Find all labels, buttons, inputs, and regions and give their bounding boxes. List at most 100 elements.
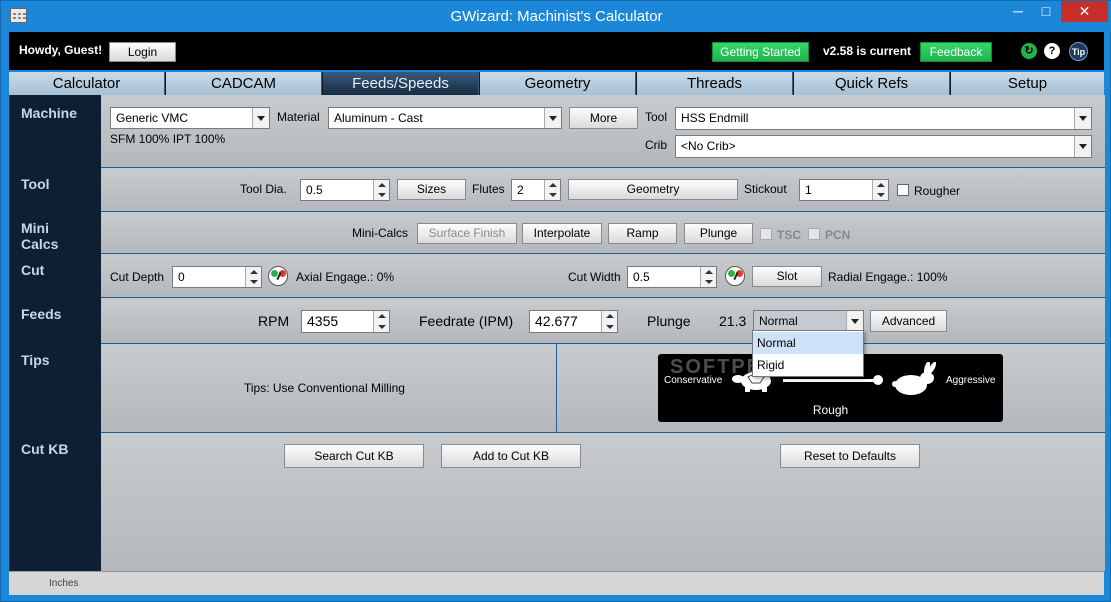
section-label-mini-calcs: Mini Calcs: [21, 220, 58, 252]
section-label-cut-kb: Cut KB: [21, 441, 69, 457]
spinner-icon[interactable]: [373, 180, 389, 200]
add-to-cut-kb-button[interactable]: Add to Cut KB: [441, 444, 581, 468]
chevron-down-icon: [252, 108, 269, 128]
tool-select[interactable]: HSS Endmill: [675, 107, 1092, 130]
feeds-panel: RPM 4355 Feedrate (IPM) 42.677 Plunge 21…: [101, 297, 1105, 343]
spinner-icon[interactable]: [544, 180, 560, 200]
tips-text: Tips: Use Conventional Milling: [244, 381, 405, 395]
getting-started-button[interactable]: Getting Started: [712, 42, 809, 62]
help-icon[interactable]: ?: [1044, 43, 1060, 59]
rougher-checkbox[interactable]: [897, 184, 909, 196]
plunge-button[interactable]: Plunge: [684, 223, 753, 244]
mode-select[interactable]: Normal: [753, 310, 864, 332]
cut-panel: Cut Depth 0 Axial Engage.: 0% Cut Width …: [101, 253, 1105, 297]
chevron-down-icon: [544, 108, 561, 128]
interpolate-button[interactable]: Interpolate: [522, 223, 602, 244]
sfm-ipt-text: SFM 100% IPT 100%: [110, 132, 226, 146]
crib-select-value: <No Crib>: [681, 139, 736, 153]
tab-cadcam[interactable]: CADCAM: [166, 72, 322, 95]
material-select[interactable]: Aluminum - Cast: [328, 107, 562, 129]
machine-select[interactable]: Generic VMC: [110, 107, 270, 129]
tab-threads[interactable]: Threads: [637, 72, 793, 95]
close-button[interactable]: ✕: [1061, 1, 1108, 22]
geometry-button[interactable]: Geometry: [568, 179, 738, 200]
version-status: v2.58 is current: [823, 44, 912, 58]
minimize-button[interactable]: ─: [1004, 1, 1032, 22]
flutes-input[interactable]: 2: [511, 179, 561, 201]
spinner-icon[interactable]: [373, 311, 389, 332]
surface-finish-button[interactable]: Surface Finish: [417, 223, 517, 244]
axial-gauge-icon[interactable]: [268, 266, 288, 286]
slider-thumb[interactable]: [873, 375, 883, 385]
flutes-value: 2: [517, 183, 524, 197]
tab-quick-refs[interactable]: Quick Refs: [794, 72, 950, 95]
machine-panel: Generic VMC Material Aluminum - Cast Mor…: [101, 95, 1105, 167]
section-label-tips: Tips: [21, 352, 50, 368]
section-label-feeds: Feeds: [21, 306, 62, 322]
axial-engage-text: Axial Engage.: 0%: [296, 270, 395, 284]
feedrate-label: Feedrate (IPM): [419, 313, 514, 329]
tool-dia-input[interactable]: 0.5: [300, 179, 390, 201]
spinner-icon[interactable]: [872, 180, 888, 200]
section-label-machine: Machine: [21, 105, 78, 121]
tool-select-value: HSS Endmill: [681, 111, 749, 125]
title-bar: GWizard: Machinist's Calculator ─ □ ✕: [1, 1, 1111, 32]
slider-track[interactable]: [783, 379, 877, 382]
mode-option-normal[interactable]: Normal: [753, 332, 863, 354]
spinner-icon[interactable]: [700, 267, 716, 287]
feedrate-input[interactable]: 42.677: [529, 310, 618, 333]
pcn-checkbox[interactable]: [808, 228, 820, 240]
greeting-text: Howdy, Guest!: [19, 43, 103, 57]
mode-option-rigid[interactable]: Rigid: [753, 354, 863, 376]
cut-depth-input[interactable]: 0: [172, 266, 262, 288]
feedback-button[interactable]: Feedback: [920, 42, 992, 62]
feeds-speeds-content: Machine Tool Mini Calcs Cut Feeds Tips Cu…: [9, 95, 1105, 571]
tip-icon[interactable]: Tip: [1069, 42, 1088, 61]
radial-engage-text: Radial Engage.: 100%: [828, 270, 948, 284]
rpm-input[interactable]: 4355: [301, 310, 390, 333]
tab-feeds-speeds[interactable]: Feeds/Speeds: [323, 72, 479, 95]
refresh-icon[interactable]: ↻: [1021, 43, 1037, 59]
section-label-cut: Cut: [21, 262, 45, 278]
tool-dia-value: 0.5: [306, 183, 323, 197]
pcn-label: PCN: [825, 228, 851, 242]
radial-gauge-icon[interactable]: [725, 266, 745, 286]
more-button[interactable]: More: [569, 107, 638, 129]
tab-setup[interactable]: Setup: [951, 72, 1104, 95]
spinner-icon[interactable]: [601, 311, 617, 332]
tool-panel: Tool Dia. 0.5 Sizes Flutes 2 Geometry St…: [101, 167, 1105, 211]
main-tabs: Calculator CADCAM Feeds/Speeds Geometry …: [9, 72, 1104, 95]
mode-dropdown-popup: Normal Rigid: [752, 330, 864, 377]
chevron-down-icon: [1074, 136, 1091, 157]
reset-to-defaults-button[interactable]: Reset to Defaults: [780, 444, 920, 468]
plunge-label: Plunge: [647, 313, 691, 329]
advanced-button[interactable]: Advanced: [870, 310, 947, 332]
slot-button[interactable]: Slot: [752, 266, 822, 287]
cut-width-label: Cut Width: [568, 270, 621, 284]
maximize-button[interactable]: □: [1032, 1, 1060, 22]
flutes-label: Flutes: [472, 182, 505, 196]
plunge-value: 21.3: [719, 313, 747, 329]
mini-calcs-label: Mini-Calcs: [352, 226, 409, 240]
app-window: GWizard: Machinist's Calculator ─ □ ✕ Ho…: [0, 0, 1111, 602]
spinner-icon[interactable]: [245, 267, 261, 287]
ramp-button[interactable]: Ramp: [608, 223, 677, 244]
tips-divider: [556, 344, 557, 433]
crib-select[interactable]: <No Crib>: [675, 135, 1092, 158]
login-button[interactable]: Login: [109, 42, 176, 62]
tsc-checkbox[interactable]: [760, 228, 772, 240]
cut-depth-value: 0: [178, 270, 185, 284]
cut-width-input[interactable]: 0.5: [627, 266, 717, 288]
section-sidebar: Machine Tool Mini Calcs Cut Feeds Tips Cu…: [10, 95, 101, 571]
search-cut-kb-button[interactable]: Search Cut KB: [284, 444, 424, 468]
tab-calculator[interactable]: Calculator: [9, 72, 165, 95]
header-bar: Howdy, Guest! Login Getting Started v2.5…: [9, 32, 1104, 70]
stickout-input[interactable]: 1: [799, 179, 889, 201]
tab-geometry[interactable]: Geometry: [480, 72, 636, 95]
tool-label: Tool: [645, 110, 668, 124]
sizes-button[interactable]: Sizes: [397, 179, 466, 200]
aggressive-label: Aggressive: [946, 375, 996, 386]
mode-select-value: Normal: [759, 314, 798, 328]
aggressiveness-mode-text: Rough: [812, 403, 849, 417]
cut-width-value: 0.5: [633, 270, 650, 284]
